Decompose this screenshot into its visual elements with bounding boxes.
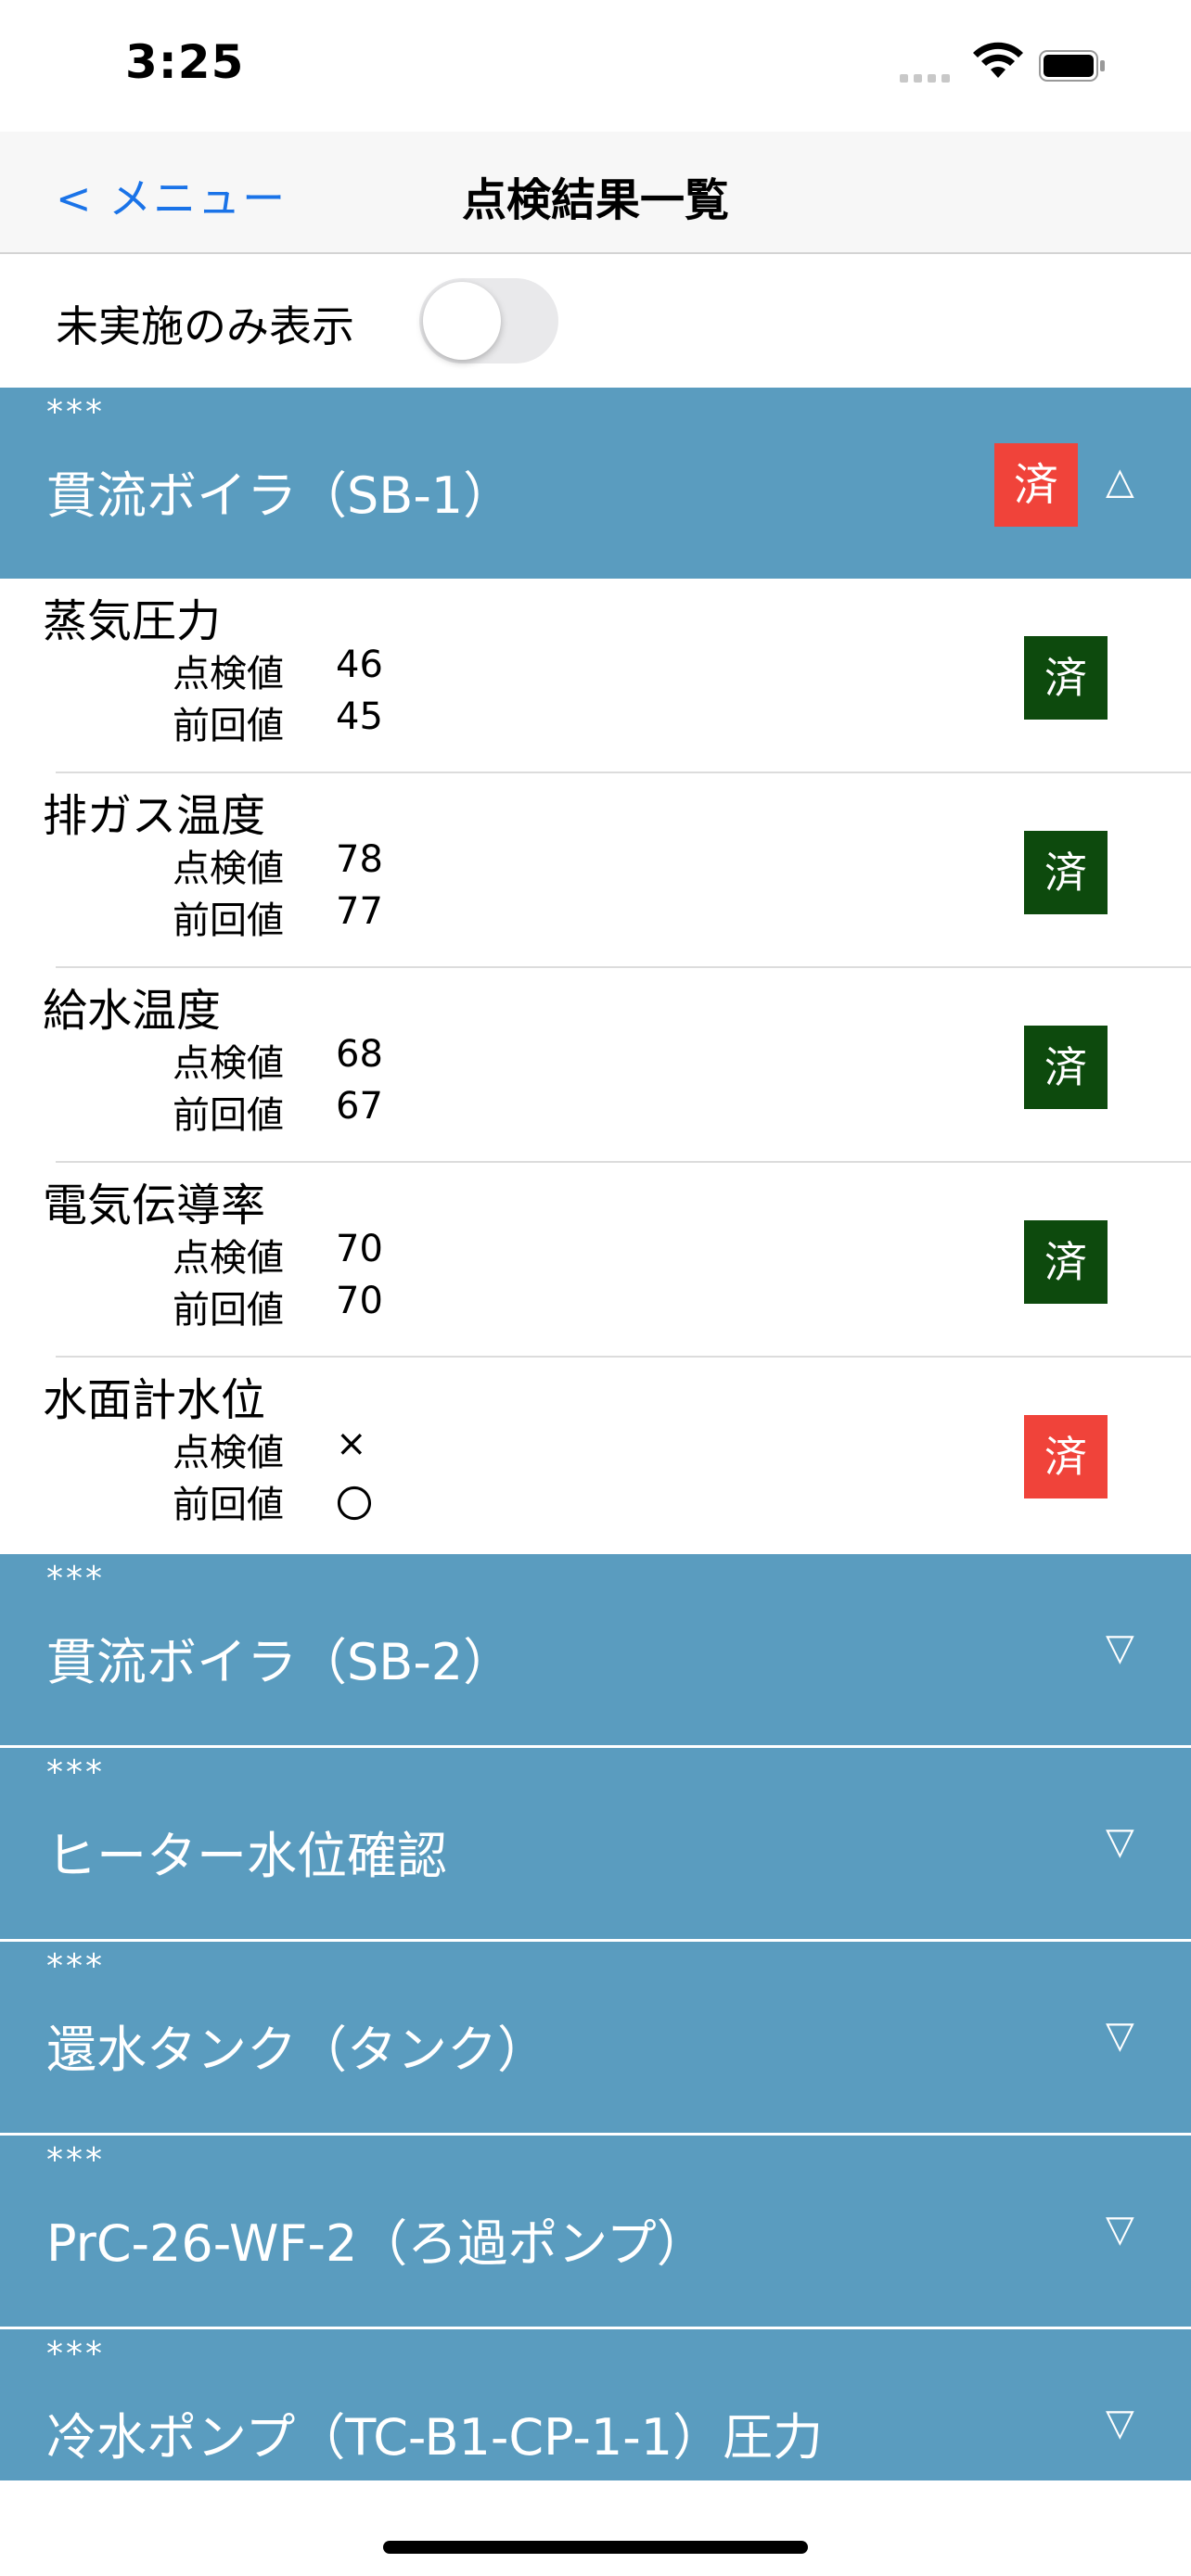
inspection-item[interactable]: 排ガス温度 点検値 78 前回値 77 済 <box>0 773 1191 968</box>
filter-label: 未実施のみ表示 <box>56 301 354 351</box>
group-status-badge: 済 <box>994 443 1078 527</box>
item-name: 排ガス温度 <box>43 790 266 842</box>
check-value-label: 点検値 <box>173 1432 284 1474</box>
group-header-chilled-water-pump[interactable]: *** 冷水ポンプ（TC-B1-CP-1-1）圧力 ▽ <box>0 2329 1191 2480</box>
item-name: 蒸気圧力 <box>43 595 222 647</box>
previous-value: 67 <box>336 1085 383 1128</box>
group-subtitle: *** <box>46 2141 105 2179</box>
previous-value-label: 前回値 <box>173 899 284 942</box>
collapse-chevron-icon[interactable]: △ <box>1106 460 1134 503</box>
back-button[interactable]: < メニュー <box>56 165 287 226</box>
inspection-item[interactable]: 給水温度 点検値 68 前回値 67 済 <box>0 968 1191 1163</box>
previous-value-label: 前回値 <box>173 1484 284 1526</box>
status-time: 3:25 <box>125 35 245 89</box>
check-value-label: 点検値 <box>173 653 284 695</box>
item-name: 給水温度 <box>43 985 222 1037</box>
inspection-item[interactable]: 蒸気圧力 点検値 46 前回値 45 済 <box>0 579 1191 773</box>
group-subtitle: *** <box>46 1947 105 1985</box>
expand-chevron-icon[interactable]: ▽ <box>1106 1820 1134 1863</box>
check-value-label: 点検値 <box>173 1237 284 1280</box>
group-header-sb2[interactable]: *** 貫流ボイラ（SB-2） ▽ <box>0 1554 1191 1745</box>
group-title: 冷水ポンプ（TC-B1-CP-1-1）圧力 <box>46 2408 824 2467</box>
status-bar: 3:25 <box>0 0 1191 132</box>
check-value: 46 <box>336 644 383 686</box>
filter-row: 未実施のみ表示 <box>0 254 1191 388</box>
expand-chevron-icon[interactable]: ▽ <box>1106 1626 1134 1669</box>
inspection-item[interactable]: 電気伝導率 点検値 70 前回値 70 済 <box>0 1163 1191 1358</box>
group-title: 還水タンク（タンク） <box>46 2021 547 2079</box>
group-subtitle: *** <box>46 393 105 431</box>
item-status-badge[interactable]: 済 <box>1024 831 1108 914</box>
previous-value: 70 <box>336 1280 383 1322</box>
check-value: × <box>336 1422 367 1465</box>
inspection-item[interactable]: 水面計水位 点検値 × 前回値 〇 済 <box>0 1358 1191 1552</box>
previous-value-label: 前回値 <box>173 1289 284 1332</box>
expand-chevron-icon[interactable]: ▽ <box>1106 2402 1134 2444</box>
group-subtitle: *** <box>46 1753 105 1792</box>
previous-value-label: 前回値 <box>173 705 284 747</box>
item-name: 水面計水位 <box>43 1374 266 1426</box>
group-subtitle: *** <box>46 1560 105 1598</box>
group-title: PrC-26-WF-2（ろ過ポンプ） <box>46 2214 707 2273</box>
previous-value: 77 <box>336 890 383 933</box>
item-status-badge[interactable]: 済 <box>1024 1415 1108 1498</box>
item-status-badge[interactable]: 済 <box>1024 1026 1108 1109</box>
check-value: 70 <box>336 1228 383 1270</box>
previous-value: 〇 <box>336 1484 373 1526</box>
battery-icon <box>1039 50 1105 82</box>
toggle-knob <box>423 282 501 360</box>
group-header-tank[interactable]: *** 還水タンク（タンク） ▽ <box>0 1942 1191 2133</box>
navigation-bar: 点検結果一覧 < メニュー <box>0 132 1191 254</box>
previous-value: 45 <box>336 695 383 738</box>
item-name: 電気伝導率 <box>43 1180 266 1231</box>
group-title: 貫流ボイラ（SB-1） <box>46 466 514 525</box>
group-title: ヒーター水位確認 <box>46 1827 447 1885</box>
group-header-heater[interactable]: *** ヒーター水位確認 ▽ <box>0 1748 1191 1939</box>
check-value: 68 <box>336 1033 383 1076</box>
check-value: 78 <box>336 838 383 881</box>
expand-chevron-icon[interactable]: ▽ <box>1106 2208 1134 2251</box>
item-status-badge[interactable]: 済 <box>1024 636 1108 720</box>
group-header-sb1[interactable]: *** 貫流ボイラ（SB-1） 済 △ <box>0 388 1191 579</box>
expand-chevron-icon[interactable]: ▽ <box>1106 2014 1134 2057</box>
check-value-label: 点検値 <box>173 1042 284 1085</box>
cellular-signal-icon <box>900 74 950 83</box>
group-title: 貫流ボイラ（SB-2） <box>46 1633 514 1691</box>
group-subtitle: *** <box>46 2335 105 2373</box>
check-value-label: 点検値 <box>173 848 284 890</box>
home-indicator[interactable] <box>383 2541 808 2554</box>
wifi-icon <box>973 42 1023 78</box>
previous-value-label: 前回値 <box>173 1094 284 1137</box>
unperformed-only-toggle[interactable] <box>419 278 558 363</box>
group-header-filter-pump[interactable]: *** PrC-26-WF-2（ろ過ポンプ） ▽ <box>0 2136 1191 2327</box>
item-status-badge[interactable]: 済 <box>1024 1220 1108 1304</box>
